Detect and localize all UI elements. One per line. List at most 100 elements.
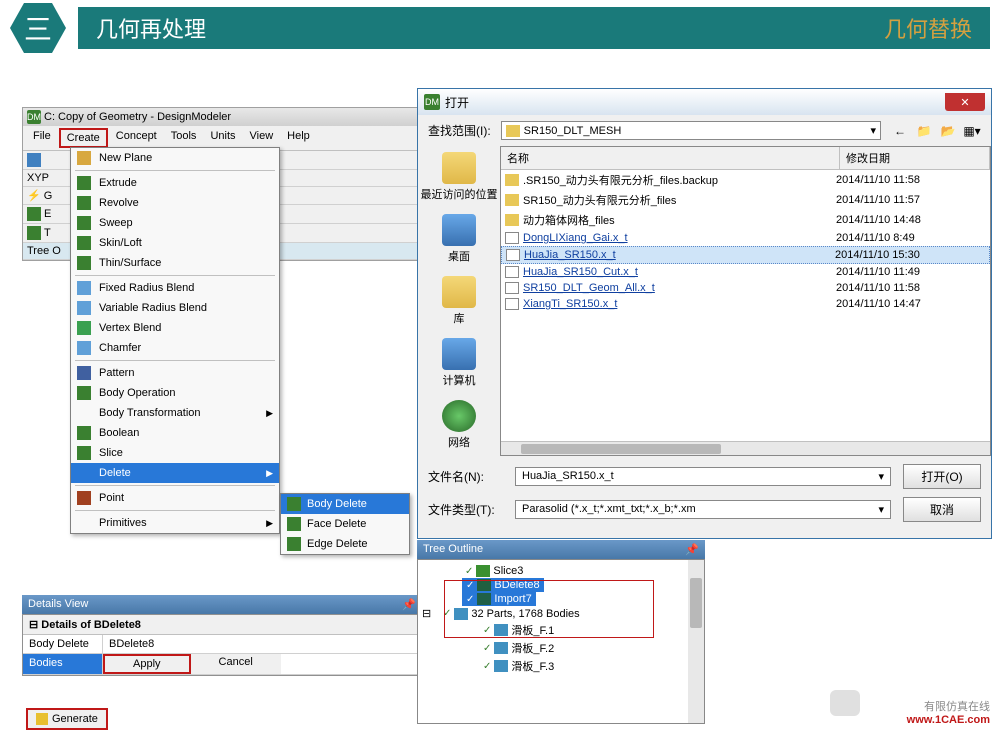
file-open-dialog: DM 打开 ✕ 查找范围(I): SR150_DLT_MESH ▾ ← 📁 📂 … bbox=[417, 88, 992, 539]
view-button[interactable]: ▦▾ bbox=[963, 122, 981, 140]
menu-create[interactable]: Create bbox=[59, 128, 108, 148]
tree-node-body[interactable]: ✓滑板_F.2 bbox=[422, 639, 700, 657]
submenu-face-delete[interactable]: Face Delete bbox=[281, 514, 409, 534]
details-title: Details View bbox=[28, 598, 88, 611]
generate-button[interactable]: Generate bbox=[26, 708, 108, 730]
new-folder-button[interactable]: 📂 bbox=[939, 122, 957, 140]
back-button[interactable]: ← bbox=[891, 122, 909, 140]
file-name: HuaJia_SR150_Cut.x_t bbox=[523, 266, 836, 278]
menu-new-plane[interactable]: New Plane bbox=[71, 148, 279, 168]
folder-icon bbox=[505, 174, 519, 186]
menu-help[interactable]: Help bbox=[281, 128, 316, 148]
menu-sweep[interactable]: Sweep bbox=[71, 213, 279, 233]
place-desktop[interactable]: 桌面 bbox=[442, 214, 476, 264]
apply-button[interactable]: Apply bbox=[103, 654, 191, 674]
highlight-box bbox=[444, 580, 654, 638]
filename-combo[interactable]: HuaJia_SR150.x_t▾ bbox=[515, 467, 891, 486]
row-value[interactable]: BDelete8 bbox=[103, 635, 421, 653]
file-row[interactable]: XiangTi_SR150.x_t2014/11/10 14:47 bbox=[501, 296, 990, 312]
sweep-icon bbox=[77, 216, 91, 230]
file-name: HuaJia_SR150.x_t bbox=[524, 249, 835, 261]
vertical-scrollbar[interactable] bbox=[688, 560, 704, 723]
filetype-combo[interactable]: Parasolid (*.x_t;*.xmt_txt;*.x_b;*.xm▾ bbox=[515, 500, 891, 519]
menu-variable-radius-blend[interactable]: Variable Radius Blend bbox=[71, 298, 279, 318]
tree-node-body[interactable]: ✓滑板_F.3 bbox=[422, 657, 700, 675]
menu-units[interactable]: Units bbox=[204, 128, 241, 148]
app-icon: DM bbox=[424, 94, 440, 110]
col-name[interactable]: 名称 bbox=[501, 147, 840, 169]
menu-slice[interactable]: Slice bbox=[71, 443, 279, 463]
file-row[interactable]: HuaJia_SR150_Cut.x_t2014/11/10 11:49 bbox=[501, 264, 990, 280]
vertex-icon bbox=[77, 321, 91, 335]
menu-view[interactable]: View bbox=[244, 128, 280, 148]
menu-fixed-radius-blend[interactable]: Fixed Radius Blend bbox=[71, 278, 279, 298]
menu-concept[interactable]: Concept bbox=[110, 128, 163, 148]
library-icon bbox=[442, 276, 476, 308]
submenu-arrow-icon: ▶ bbox=[266, 518, 273, 529]
file-date: 2014/11/10 14:47 bbox=[836, 298, 986, 310]
look-in-dropdown[interactable]: SR150_DLT_MESH ▾ bbox=[501, 121, 881, 140]
row-label: Bodies bbox=[23, 654, 103, 674]
extrude-icon bbox=[27, 207, 41, 221]
horizontal-scrollbar[interactable] bbox=[501, 441, 990, 455]
pin-icon[interactable]: 📌 bbox=[402, 598, 416, 611]
file-row[interactable]: .SR150_动力头有限元分析_files.backup2014/11/10 1… bbox=[501, 170, 990, 190]
tree-node-slice3[interactable]: ✓Slice3 bbox=[422, 564, 700, 578]
toolbar-t[interactable]: T bbox=[27, 226, 51, 240]
toolbar-g[interactable]: ⚡G bbox=[27, 189, 52, 202]
file-row[interactable]: SR150_动力头有限元分析_files2014/11/10 11:57 bbox=[501, 190, 990, 210]
menu-pattern[interactable]: Pattern bbox=[71, 363, 279, 383]
menu-delete[interactable]: Delete▶ bbox=[71, 463, 279, 483]
bodyop-icon bbox=[77, 386, 91, 400]
open-button[interactable]: 打开(O) bbox=[903, 464, 981, 489]
look-in-label: 查找范围(I): bbox=[428, 122, 491, 139]
details-view-panel: Details View 📌 ⊟ Details of BDelete8 Bod… bbox=[22, 595, 422, 676]
places-sidebar: 最近访问的位置 桌面 库 计算机 网络 bbox=[418, 146, 500, 456]
details-title-bar: Details View 📌 bbox=[22, 595, 422, 614]
file-row[interactable]: SR150_DLT_Geom_All.x_t2014/11/10 11:58 bbox=[501, 280, 990, 296]
menu-body-transformation[interactable]: Body Transformation▶ bbox=[71, 403, 279, 423]
revolve-icon bbox=[77, 196, 91, 210]
menu-revolve[interactable]: Revolve bbox=[71, 193, 279, 213]
menu-file[interactable]: File bbox=[27, 128, 57, 148]
menu-boolean[interactable]: Boolean bbox=[71, 423, 279, 443]
close-button[interactable]: ✕ bbox=[945, 93, 985, 111]
file-row[interactable]: HuaJia_SR150.x_t2014/11/10 15:30 bbox=[501, 246, 990, 264]
col-date[interactable]: 修改日期 bbox=[840, 147, 990, 169]
row-label: Body Delete bbox=[23, 635, 103, 653]
details-header: ⊟ Details of BDelete8 bbox=[23, 615, 421, 635]
menu-primitives[interactable]: Primitives▶ bbox=[71, 513, 279, 533]
file-row[interactable]: 动力箱体网格_files2014/11/10 14:48 bbox=[501, 210, 990, 230]
toolbar-e[interactable]: E bbox=[27, 207, 51, 221]
cancel-button[interactable]: Cancel bbox=[191, 654, 281, 674]
point-icon bbox=[77, 491, 91, 505]
place-library[interactable]: 库 bbox=[442, 276, 476, 326]
menu-extrude[interactable]: Extrude bbox=[71, 173, 279, 193]
pin-icon[interactable]: 📌 bbox=[685, 543, 699, 556]
generate-icon bbox=[36, 713, 48, 725]
up-button[interactable]: 📁 bbox=[915, 122, 933, 140]
file-row[interactable]: DongLIXiang_Gai.x_t2014/11/10 8:49 bbox=[501, 230, 990, 246]
menu-body-operation[interactable]: Body Operation bbox=[71, 383, 279, 403]
page-subtitle: 几何替换 bbox=[884, 12, 972, 44]
toolbar-btn[interactable] bbox=[27, 153, 41, 167]
menu-thinsurface[interactable]: Thin/Surface bbox=[71, 253, 279, 273]
menu-vertex-blend[interactable]: Vertex Blend bbox=[71, 318, 279, 338]
menu-point[interactable]: Point bbox=[71, 488, 279, 508]
menu-chamfer[interactable]: Chamfer bbox=[71, 338, 279, 358]
app-icon: DM bbox=[27, 110, 41, 124]
place-recent[interactable]: 最近访问的位置 bbox=[421, 152, 498, 202]
cancel-button[interactable]: 取消 bbox=[903, 497, 981, 522]
window-title: C: Copy of Geometry - DesignModeler bbox=[44, 111, 231, 123]
thin-icon bbox=[77, 256, 91, 270]
submenu-edge-delete[interactable]: Edge Delete bbox=[281, 534, 409, 554]
menu-skinloft[interactable]: Skin/Loft bbox=[71, 233, 279, 253]
place-network[interactable]: 网络 bbox=[442, 400, 476, 450]
place-computer[interactable]: 计算机 bbox=[442, 338, 476, 388]
toolbar-xyp[interactable]: XYP bbox=[27, 172, 49, 184]
menu-tools[interactable]: Tools bbox=[165, 128, 203, 148]
submenu-arrow-icon: ▶ bbox=[266, 408, 273, 419]
submenu-body-delete[interactable]: Body Delete bbox=[281, 494, 409, 514]
tree-title: Tree Outline bbox=[423, 543, 483, 556]
file-name: DongLIXiang_Gai.x_t bbox=[523, 232, 836, 244]
